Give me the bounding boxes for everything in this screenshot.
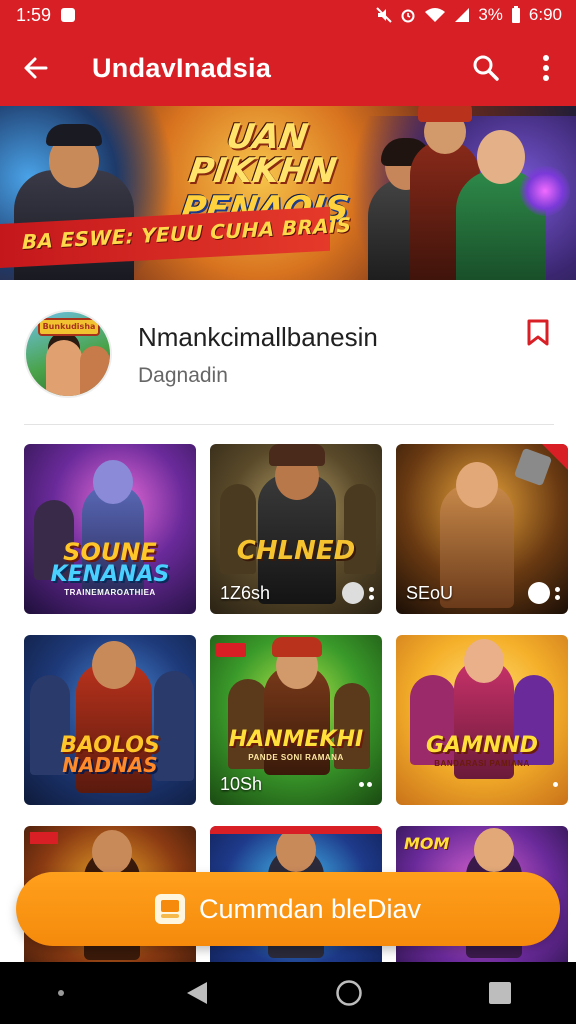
tile-action-icon[interactable]: [528, 582, 550, 604]
wifi-icon: [425, 8, 446, 22]
status-clock: 6:90: [528, 5, 562, 24]
tile-meta: 1Z6sh: [220, 583, 271, 603]
channel-subtitle: Dagnadin: [138, 364, 228, 387]
search-icon: [473, 55, 499, 81]
channel-name: Nmankcimallbanesin: [138, 322, 378, 352]
more-vert-icon: [543, 55, 549, 81]
tile-title: SOUNE: [63, 538, 157, 566]
screen: 1:59 3% 6:90 UndavInadsia UAN PIKKHN PEN…: [0, 0, 576, 1024]
more-options-button[interactable]: [516, 30, 576, 106]
game-tile[interactable]: HANMEKHI PANDE SONI RAMANA 10Sh: [210, 635, 382, 805]
status-time: 1:59: [16, 4, 52, 25]
tile-subtitle: TRAINEMAROATHIEA: [64, 588, 156, 597]
divider: [24, 424, 554, 425]
square-recents-icon: [489, 982, 512, 1004]
system-nav-bar: [0, 962, 576, 1024]
download-cta-button[interactable]: Cummdan bleDiav: [16, 872, 560, 946]
tile-more-dots[interactable]: [555, 587, 560, 600]
bookmark-icon: [527, 319, 549, 346]
status-bar: 1:59 3% 6:90: [0, 0, 576, 30]
tile-more-dots[interactable]: [553, 782, 558, 787]
tile-subtitle: BANDARASI PAMIANA: [434, 759, 530, 768]
tile-subtitle: PANDE SONI RAMANA: [248, 753, 344, 762]
app-bar: UndavInadsia: [0, 30, 576, 106]
nav-home-button[interactable]: [319, 963, 379, 1023]
tile-more-dots[interactable]: [369, 587, 374, 600]
game-tile[interactable]: SOUNE KENANAS TRAINEMAROATHIEA: [24, 444, 196, 614]
mute-icon: [376, 7, 393, 23]
game-tile[interactable]: GAMNND BANDARASI PAMIANA: [396, 635, 568, 805]
bookmark-button[interactable]: [522, 316, 554, 350]
nav-back-button[interactable]: [167, 963, 227, 1023]
tile-meta: SEoU: [406, 583, 454, 603]
hero-banner[interactable]: UAN PIKKHN PENAOIS BA ESWE: YEUU CUHA BR…: [0, 106, 576, 280]
tile-title-2: KENANAS: [50, 562, 170, 587]
tile-meta: 10Sh: [220, 774, 263, 794]
dot-icon: [57, 990, 64, 996]
channel-avatar[interactable]: Bunkudisha: [24, 310, 112, 398]
tile-title: GAMNND: [425, 733, 539, 758]
notification-icon: [61, 8, 76, 22]
magic-orb: [520, 166, 570, 216]
alarm-icon: [401, 9, 415, 23]
app-title: UndavInadsia: [92, 52, 272, 83]
banner-title-line1: UAN PIKKHN: [186, 117, 340, 191]
triangle-back-icon: [187, 982, 208, 1004]
battery-percent: 3%: [478, 5, 503, 24]
tile-action-icon[interactable]: [342, 582, 364, 604]
battery-icon: [511, 6, 520, 23]
nav-recents-button[interactable]: [470, 963, 530, 1023]
game-tile[interactable]: CHLNED 1Z6sh: [210, 444, 382, 614]
circle-home-icon: [336, 980, 362, 1006]
channel-header: Bunkudisha Nmankcimallbanesin Dagnadin: [0, 280, 576, 426]
nav-dot: [46, 963, 76, 1023]
cta-label: Cummdan bleDiav: [198, 893, 422, 924]
game-tile[interactable]: BAOLOS NADNAS: [24, 635, 196, 805]
tile-title-2: NADNAS: [62, 753, 158, 777]
gallery-icon: [154, 894, 185, 924]
avatar-logo: Bunkudisha: [38, 318, 100, 336]
back-button[interactable]: [0, 30, 72, 106]
tile-title: MOM: [404, 834, 450, 853]
tile-title: HANMEKHI: [228, 727, 364, 752]
tile-title: CHLNED: [236, 536, 356, 566]
game-tile[interactable]: SEoU: [396, 444, 568, 614]
tile-more-dots[interactable]: [359, 782, 372, 787]
arrow-left-icon: [24, 57, 48, 79]
search-button[interactable]: [456, 30, 516, 106]
signal-icon: [455, 8, 470, 22]
